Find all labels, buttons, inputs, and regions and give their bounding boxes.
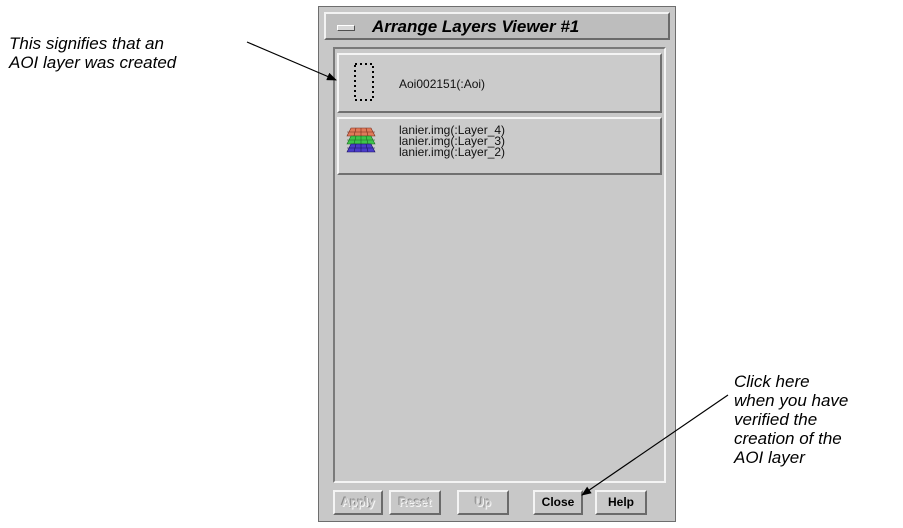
layer-label: lanier.img(:Layer_4) lanier.img(:Layer_3… [399,124,506,159]
callout-line: This signifies that an [9,34,164,53]
callout-line: verified the [734,410,818,429]
close-button-callout: Click here when you have verified the cr… [734,372,848,467]
callout-line: when you have [734,391,849,410]
layer-name: Aoi002151(:Aoi) [399,77,486,91]
raster-layer-middle [346,135,376,145]
callout-line: Click here [734,372,810,391]
button-bar: Apply Reset Up Close Help [333,490,666,516]
raster-layers-icon [346,127,376,153]
reset-button[interactable]: Reset [389,490,441,515]
callout-line: creation of the [734,429,842,448]
window-title: Arrange Layers Viewer #1 [372,17,580,36]
window-menu-icon[interactable] [330,17,360,37]
help-button[interactable]: Help [595,490,647,515]
layer-name: lanier.img(:Layer_2) [399,145,506,159]
up-button[interactable]: Up [457,490,509,515]
callout-line: AOI layer was created [9,53,177,72]
apply-button[interactable]: Apply [333,490,383,515]
aoi-layer-callout: This signifies that an AOI layer was cre… [9,34,176,72]
raster-layer-top [346,127,376,137]
layer-row-raster[interactable]: lanier.img(:Layer_4) lanier.img(:Layer_3… [337,117,662,175]
layer-row-aoi[interactable]: Aoi002151(:Aoi) [337,53,662,113]
layer-list-panel: Aoi002151(:Aoi) lanier.img(:Layer_4) lan… [333,47,666,483]
close-button[interactable]: Close [533,490,583,515]
aoi-layer-icon [354,63,374,101]
arrange-layers-window: Arrange Layers Viewer #1 Aoi002151(:Aoi) [318,6,676,522]
raster-layer-bottom [346,143,376,153]
callout-line: AOI layer [734,448,805,467]
title-bar[interactable]: Arrange Layers Viewer #1 [324,12,670,40]
layer-label: Aoi002151(:Aoi) [399,77,485,91]
